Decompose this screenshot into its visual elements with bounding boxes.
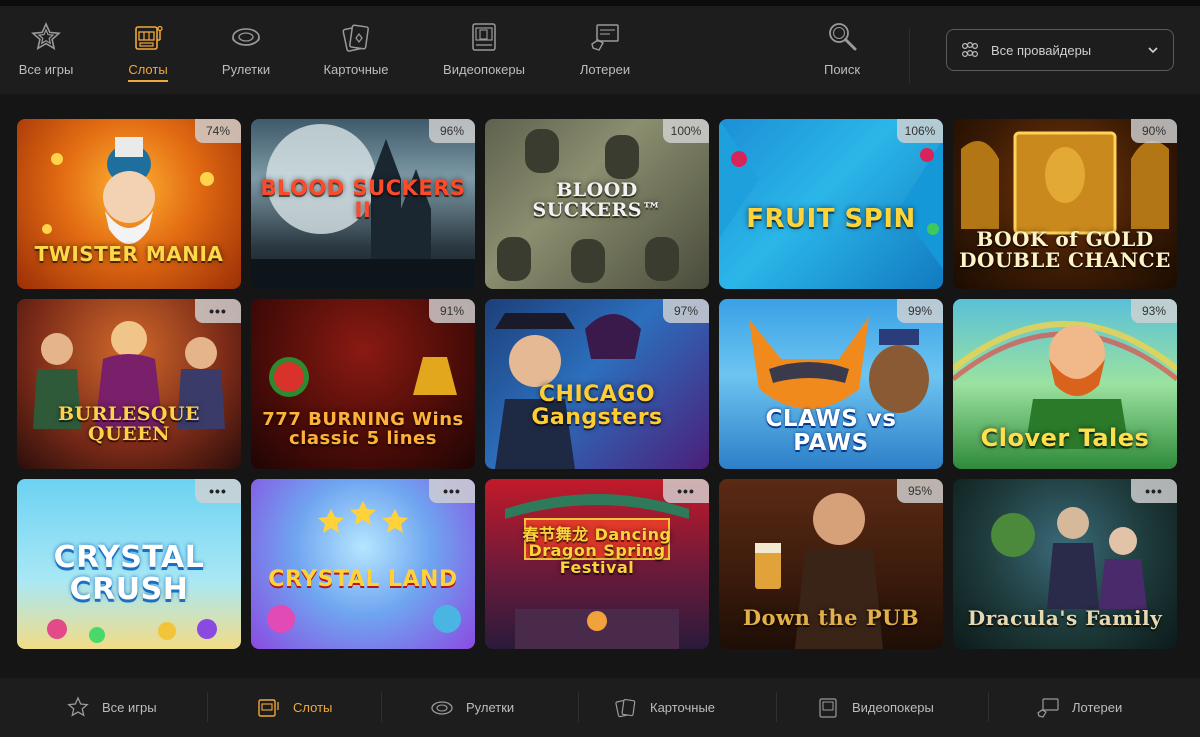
providers-icon xyxy=(961,41,979,58)
rtp-badge: ••• xyxy=(195,299,241,323)
game-tile[interactable]: Dracula's Family ••• xyxy=(953,479,1177,649)
star-icon xyxy=(29,20,63,54)
bottom-nav-label: Рулетки xyxy=(466,700,515,715)
search-icon xyxy=(825,20,859,54)
bottom-nav-label: Все игры xyxy=(102,700,157,715)
game-tile[interactable]: BOOK of GOLD DOUBLE CHANCE 90% xyxy=(953,119,1177,289)
divider xyxy=(381,692,382,722)
rtp-badge: 90% xyxy=(1131,119,1177,143)
bottom-nav-videopoker[interactable]: Видеопокеры xyxy=(816,678,934,737)
bottom-nav-lottery[interactable]: Лотереи xyxy=(1036,678,1122,737)
game-title: TWISTER MANIA xyxy=(34,242,224,266)
rtp-badge: 93% xyxy=(1131,299,1177,323)
game-tile[interactable]: TWISTER MANIA 74% xyxy=(17,119,241,289)
game-title: Clover Tales xyxy=(980,423,1150,452)
game-title: 777 BURNING Wins classic 5 lines xyxy=(262,409,464,450)
slot-machine-icon xyxy=(131,20,165,54)
rtp-badge: 95% xyxy=(897,479,943,503)
game-title: 春节舞龙 Dancing Dragon Spring Festival xyxy=(522,524,672,578)
videopoker-icon xyxy=(467,20,501,54)
rtp-badge: ••• xyxy=(1131,479,1177,503)
bottom-nav-roulette[interactable]: Рулетки xyxy=(430,678,514,737)
rtp-badge: 91% xyxy=(429,299,475,323)
top-navigation: Все игры Слоты Рулетки Карточные Видеопо… xyxy=(0,6,1200,94)
game-title: BLOOD SUCKERS™ xyxy=(532,179,662,222)
game-tile[interactable]: BLOOD SUCKERS II 96% xyxy=(251,119,475,289)
bottom-nav-label: Слоты xyxy=(293,700,333,715)
game-title: Dracula's Family xyxy=(967,606,1163,630)
game-tile[interactable]: 777 BURNING Wins classic 5 lines 91% xyxy=(251,299,475,469)
game-thumbnail xyxy=(251,479,475,649)
roulette-icon xyxy=(229,20,263,54)
nav-cards[interactable]: Карточные xyxy=(318,20,394,88)
rtp-badge: 97% xyxy=(663,299,709,323)
game-tile[interactable]: CRYSTAL LAND ••• xyxy=(251,479,475,649)
nav-videopoker[interactable]: Видеопокеры xyxy=(438,20,530,88)
game-tile[interactable]: CLAWS vs PAWS 99% xyxy=(719,299,943,469)
nav-label: Рулетки xyxy=(221,62,271,77)
provider-label: Все провайдеры xyxy=(991,42,1092,58)
nav-label: Слоты xyxy=(128,62,168,82)
rtp-badge: 74% xyxy=(195,119,241,143)
game-title: CLAWS vs PAWS xyxy=(765,405,897,456)
rtp-badge: ••• xyxy=(195,479,241,503)
game-tile[interactable]: Clover Tales 93% xyxy=(953,299,1177,469)
bottom-nav-cards[interactable]: Карточные xyxy=(614,678,715,737)
bottom-nav-label: Видеопокеры xyxy=(852,700,934,715)
bottom-nav-slots[interactable]: Слоты xyxy=(257,678,332,737)
chevron-down-icon xyxy=(1148,47,1158,54)
nav-label: Все игры xyxy=(18,62,74,77)
game-title: BOOK of GOLD DOUBLE CHANCE xyxy=(959,227,1171,272)
rtp-badge: 99% xyxy=(897,299,943,323)
divider xyxy=(207,692,208,722)
nav-label: Лотереи xyxy=(579,62,631,77)
lottery-icon xyxy=(1036,696,1060,720)
nav-lottery[interactable]: Лотереи xyxy=(575,20,635,88)
lottery-icon xyxy=(588,20,622,54)
divider xyxy=(988,692,989,722)
cards-icon xyxy=(614,696,638,720)
divider xyxy=(776,692,777,722)
game-tile[interactable]: Down the PUB 95% xyxy=(719,479,943,649)
rtp-badge: 100% xyxy=(663,119,709,143)
game-title: BURLESQUE QUEEN xyxy=(57,403,201,446)
game-tile[interactable]: BLOOD SUCKERS™ 100% xyxy=(485,119,709,289)
game-tile[interactable]: CRYSTAL CRUSH ••• xyxy=(17,479,241,649)
nav-slots[interactable]: Слоты xyxy=(123,20,173,88)
search-button[interactable]: Поиск xyxy=(820,20,864,88)
game-title: BLOOD SUCKERS II xyxy=(260,175,466,222)
roulette-icon xyxy=(430,696,454,720)
divider xyxy=(578,692,579,722)
game-title: Down the PUB xyxy=(742,604,920,630)
bottom-nav-label: Карточные xyxy=(650,700,716,715)
bottom-nav-all-games[interactable]: Все игры xyxy=(66,678,157,737)
provider-dropdown[interactable]: Все провайдеры xyxy=(946,29,1174,71)
game-title: CHICAGO Gangsters xyxy=(531,381,663,430)
bottom-nav-label: Лотереи xyxy=(1072,700,1123,715)
game-tile[interactable]: CHICAGO Gangsters 97% xyxy=(485,299,709,469)
rtp-badge: 106% xyxy=(897,119,943,143)
rtp-badge: 96% xyxy=(429,119,475,143)
videopoker-icon xyxy=(816,696,840,720)
search-label: Поиск xyxy=(823,62,861,77)
nav-all-games[interactable]: Все игры xyxy=(16,20,76,88)
divider xyxy=(909,28,910,84)
game-title: CRYSTAL LAND xyxy=(268,566,458,592)
nav-label: Видеопокеры xyxy=(443,62,525,77)
slot-machine-icon xyxy=(257,696,281,720)
rtp-badge: ••• xyxy=(663,479,709,503)
game-tile[interactable]: FRUIT SPIN 106% xyxy=(719,119,943,289)
cards-icon xyxy=(339,20,373,54)
star-icon xyxy=(66,695,90,720)
bottom-navigation: Все игры Слоты Рулетки Карточные Видеопо… xyxy=(0,678,1200,737)
game-tile[interactable]: 春节舞龙 Dancing Dragon Spring Festival ••• xyxy=(485,479,709,649)
game-tile[interactable]: BURLESQUE QUEEN ••• xyxy=(17,299,241,469)
nav-roulette[interactable]: Рулетки xyxy=(218,20,274,88)
game-title: FRUIT SPIN xyxy=(746,203,916,234)
game-title: CRYSTAL CRUSH xyxy=(53,540,205,607)
rtp-badge: ••• xyxy=(429,479,475,503)
nav-label: Карточные xyxy=(323,62,389,77)
